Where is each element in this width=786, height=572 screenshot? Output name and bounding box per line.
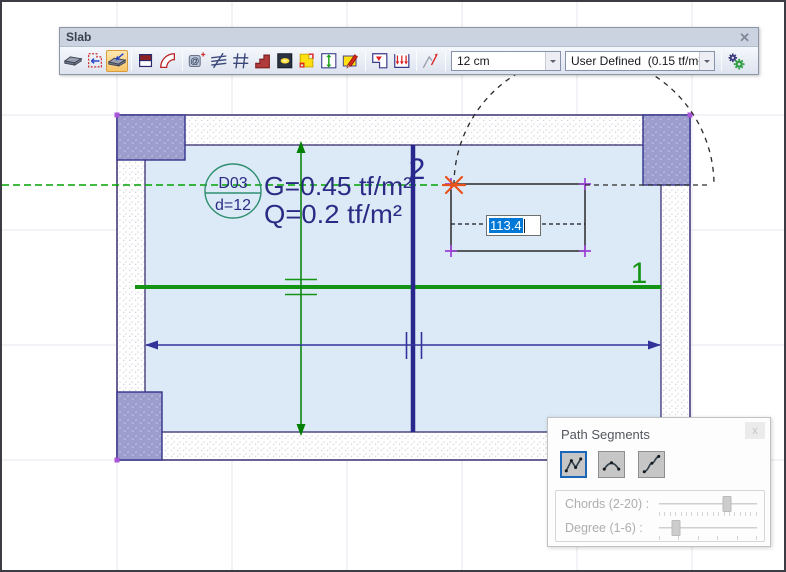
steps-icon[interactable] xyxy=(252,50,274,72)
load-g-label: G=0.45 tf/m² xyxy=(264,171,412,201)
arc-icon xyxy=(600,453,623,476)
slab-toolbar: Slab ✕ xyxy=(59,27,759,75)
toolbar-separator xyxy=(445,51,446,71)
thickness-dropdown[interactable]: 12 cm xyxy=(451,51,561,71)
toolbar-separator xyxy=(365,51,366,71)
chevron-down-icon[interactable] xyxy=(545,52,560,70)
app-window: D03 d=12 G=0.45 tf/m² Q=0.2 tf/m² 1 2 xyxy=(0,0,786,572)
load-q-label: Q=0.2 tf/m² xyxy=(264,199,402,229)
import-boundary-icon[interactable] xyxy=(84,50,106,72)
panel-close-icon[interactable]: x xyxy=(745,422,765,439)
svg-text:@: @ xyxy=(190,56,199,66)
toolbar-titlebar[interactable]: Slab ✕ xyxy=(60,28,758,47)
chords-row: Chords (2-20) : xyxy=(556,495,764,515)
toolbar-separator xyxy=(416,51,417,71)
arc-segments-button[interactable] xyxy=(598,451,625,478)
toolbar-close-icon[interactable]: ✕ xyxy=(737,31,752,44)
skew-lines-icon[interactable] xyxy=(208,50,230,72)
load-dropdown-value: User Defined (0.15 tf/m²) xyxy=(566,54,699,68)
toolbar-buttons-row: @ xyxy=(60,47,758,74)
degree-row: Degree (1-6) : xyxy=(556,519,764,539)
arc-edge-icon[interactable] xyxy=(157,50,179,72)
chevron-down-icon[interactable] xyxy=(699,52,714,70)
panel-title: Path Segments xyxy=(561,427,650,442)
polyline-icon xyxy=(562,453,585,476)
toolbar-separator xyxy=(182,51,183,71)
dimension-input-value: 113.4 xyxy=(489,218,523,233)
slab-tag-thickness: d=12 xyxy=(215,197,251,214)
surface-load-icon[interactable] xyxy=(391,50,413,72)
draw-slab-icon[interactable] xyxy=(106,50,128,72)
thickness-dropdown-value: 12 cm xyxy=(452,54,545,68)
toolbar-separator xyxy=(131,51,132,71)
modify-region-icon[interactable] xyxy=(340,50,362,72)
slab-tag-name: D03 xyxy=(218,175,247,192)
dimension-input[interactable]: 113.4 xyxy=(486,215,541,236)
toolbar-separator xyxy=(721,51,722,71)
axis-line-2-label: 2 xyxy=(409,153,426,186)
chords-slider[interactable] xyxy=(657,495,759,515)
spline-icon xyxy=(640,453,663,476)
slider-ticks xyxy=(659,536,757,540)
path-angle-icon[interactable] xyxy=(420,50,442,72)
degree-slider[interactable] xyxy=(657,519,759,539)
degree-slider-thumb[interactable] xyxy=(672,520,681,536)
chords-slider-thumb[interactable] xyxy=(723,496,732,512)
hole-icon[interactable] xyxy=(135,50,157,72)
mesh-lines-icon[interactable] xyxy=(230,50,252,72)
segment-options-group: Chords (2-20) : Degree (1-6) : xyxy=(555,490,765,542)
settings-gears-icon[interactable] xyxy=(725,50,747,72)
drop-panel-icon[interactable] xyxy=(369,50,391,72)
load-dropdown[interactable]: User Defined (0.15 tf/m²) xyxy=(565,51,715,71)
path-segments-panel: Path Segments x Chords (2-20) : xyxy=(547,417,771,547)
corner-region-icon[interactable] xyxy=(296,50,318,72)
vertical-range-icon[interactable] xyxy=(318,50,340,72)
reference-pick-icon[interactable]: @ xyxy=(186,50,208,72)
slab-icon[interactable] xyxy=(62,50,84,72)
spline-segments-button[interactable] xyxy=(638,451,665,478)
slider-track xyxy=(659,503,757,505)
chords-label: Chords (2-20) : xyxy=(565,497,649,511)
slider-ticks xyxy=(659,512,757,516)
polyline-segments-button[interactable] xyxy=(560,451,587,478)
spotlight-icon[interactable] xyxy=(274,50,296,72)
text-caret xyxy=(524,219,525,233)
axis-line-1-label: 1 xyxy=(631,257,648,290)
degree-label: Degree (1-6) : xyxy=(565,521,643,535)
toolbar-title: Slab xyxy=(66,30,737,44)
